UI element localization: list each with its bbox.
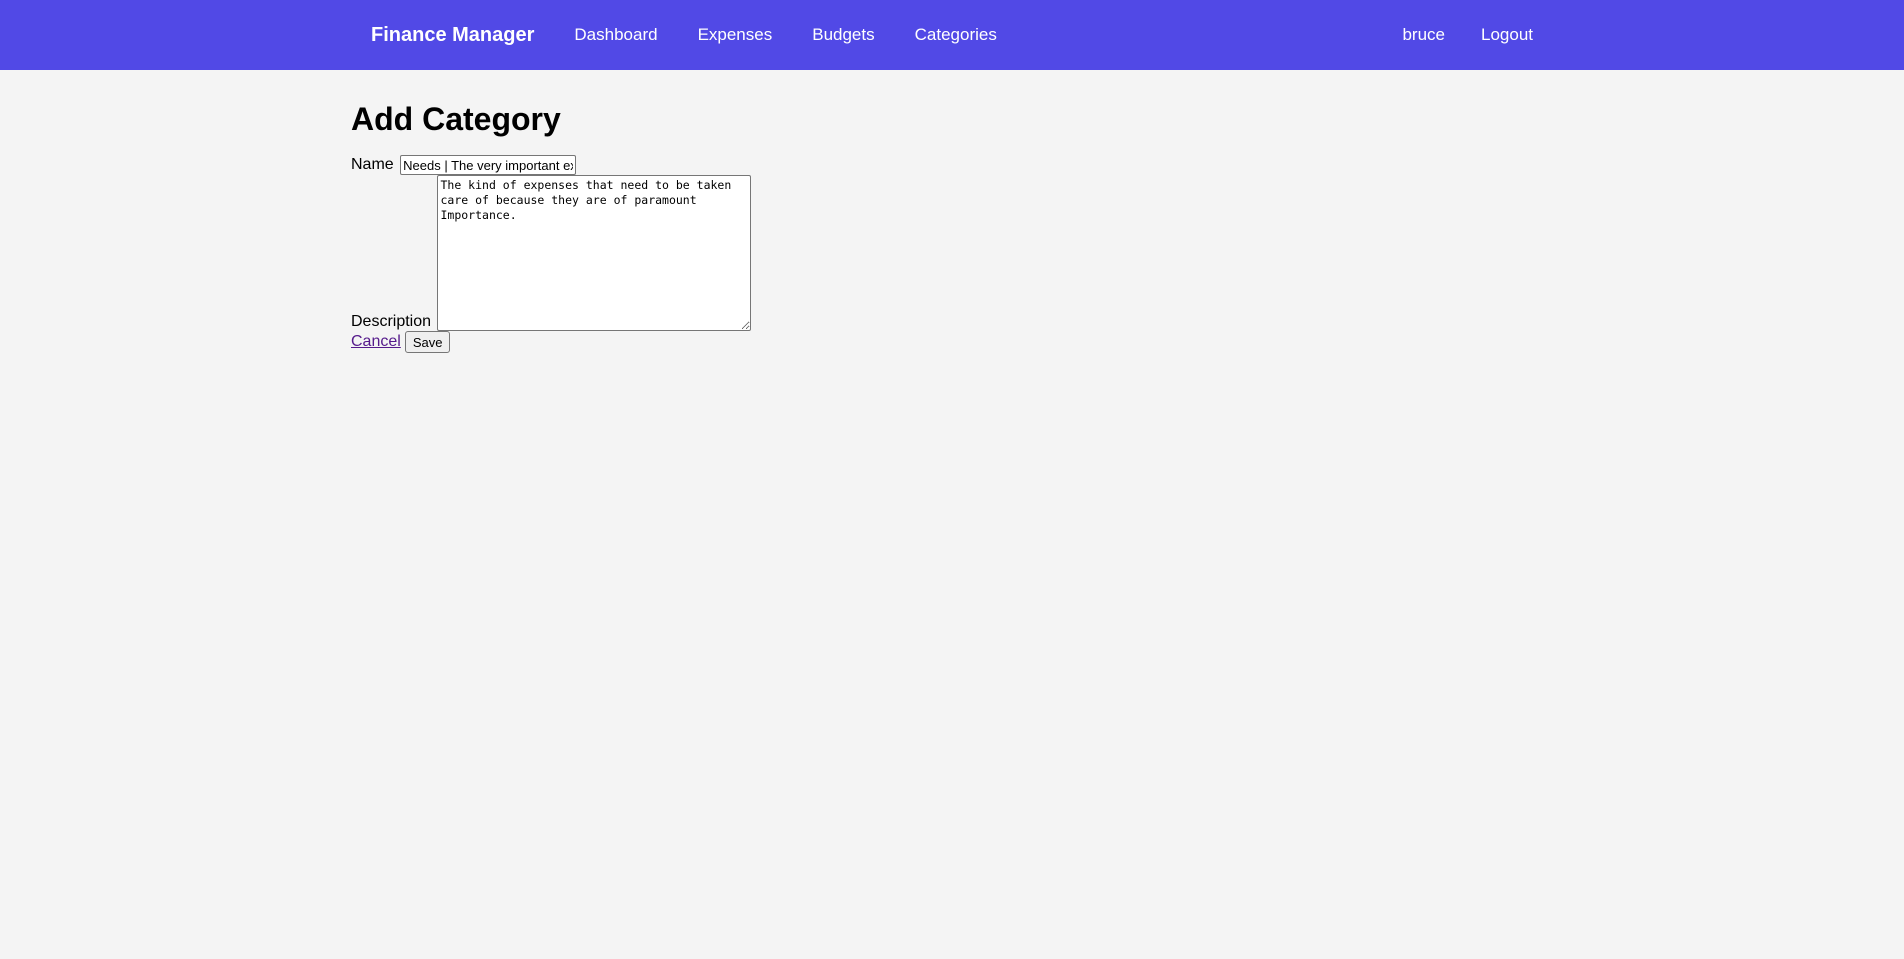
description-row: Description The kind of expenses that ne… [351,175,1553,332]
nav-link-categories[interactable]: Categories [915,25,997,45]
page-title: Add Category [351,101,561,137]
name-input[interactable] [400,155,577,176]
add-category-form: Name Description The kind of expenses th… [351,155,1553,354]
form-actions: Cancel Save [351,331,1553,354]
brand-link[interactable]: Finance Manager [371,24,534,47]
navbar-inner: Finance Manager Dashboard Expenses Budge… [351,0,1553,70]
name-row: Name [351,155,1553,176]
description-textarea[interactable]: The kind of expenses that need to be tak… [437,175,752,332]
top-navbar: Finance Manager Dashboard Expenses Budge… [0,0,1904,70]
nav-link-budgets[interactable]: Budgets [812,25,874,45]
nav-link-expenses[interactable]: Expenses [698,25,773,45]
nav-link-dashboard[interactable]: Dashboard [574,25,657,45]
navbar-left: Finance Manager Dashboard Expenses Budge… [371,24,1037,47]
navbar-right: bruce Logout [1402,25,1533,45]
main-content: Add Category Name Description The kind o… [351,70,1553,354]
nav-user-link[interactable]: bruce [1402,25,1445,45]
name-label: Name [351,156,394,174]
description-label: Description [351,313,432,331]
logout-link[interactable]: Logout [1481,25,1533,45]
cancel-link[interactable]: Cancel [351,333,401,351]
save-button[interactable]: Save [404,331,451,354]
